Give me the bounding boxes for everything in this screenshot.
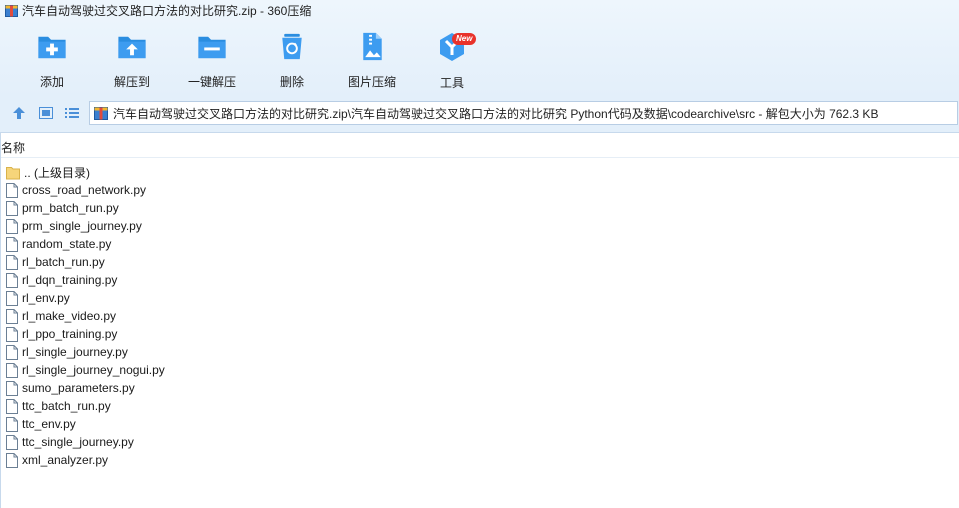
address-path: 汽车自动驾驶过交叉路口方法的对比研究.zip\汽车自动驾驶过交叉路口方法的对比研…: [113, 106, 879, 121]
delete-label: 删除: [279, 75, 304, 89]
file-row[interactable]: random_state.py: [1, 235, 601, 253]
file-name: rl_env.py: [22, 291, 70, 305]
column-name-header[interactable]: 名称: [1, 139, 25, 156]
file-row[interactable]: rl_batch_run.py: [1, 253, 601, 271]
file-name: rl_ppo_training.py: [22, 327, 118, 341]
column-header: 名称: [1, 133, 959, 158]
file-row[interactable]: rl_single_journey.py: [1, 343, 601, 361]
top-chrome: 汽车自动驾驶过交叉路口方法的对比研究.zip - 360压缩 添加 解压到 一键…: [0, 0, 959, 96]
tools-label: 工具: [439, 76, 464, 90]
file-icon: [6, 254, 18, 270]
file-name: rl_dqn_training.py: [22, 273, 118, 287]
file-row[interactable]: xml_analyzer.py: [1, 451, 601, 469]
file-name: xml_analyzer.py: [22, 453, 109, 467]
file-icon: [6, 398, 18, 414]
file-icon: [6, 200, 18, 216]
tools-icon-wrap: New: [435, 30, 477, 64]
parent-directory-row[interactable]: .. (上级目录): [1, 163, 601, 181]
file-row[interactable]: rl_dqn_training.py: [1, 271, 601, 289]
one-click-extract-icon: [198, 36, 226, 59]
archive-app-icon: [5, 4, 18, 17]
extract-to-label: 解压到: [113, 75, 150, 89]
file-name: rl_single_journey_nogui.py: [22, 363, 165, 377]
title-bar: 汽车自动驾驶过交叉路口方法的对比研究.zip - 360压缩: [0, 0, 959, 20]
file-row[interactable]: rl_make_video.py: [1, 307, 601, 325]
file-icon: [6, 380, 18, 396]
recycle-bin-icon: [282, 33, 302, 60]
file-icon: [6, 272, 18, 288]
file-row[interactable]: ttc_single_journey.py: [1, 433, 601, 451]
file-row[interactable]: ttc_env.py: [1, 415, 601, 433]
file-name: ttc_single_journey.py: [22, 435, 134, 449]
extract-to-icon: [118, 36, 146, 59]
folder-icon: [6, 166, 20, 179]
file-row[interactable]: rl_ppo_training.py: [1, 325, 601, 343]
parent-directory-label: .. (上级目录): [24, 165, 90, 180]
new-badge: New: [452, 33, 477, 45]
file-name: random_state.py: [22, 237, 112, 251]
file-icon: [6, 434, 18, 450]
one-click-extract-label: 一键解压: [187, 75, 236, 89]
file-icon: [6, 218, 18, 234]
add-button[interactable]: 添加: [15, 22, 89, 90]
file-icon: [6, 290, 18, 306]
file-row[interactable]: prm_single_journey.py: [1, 217, 601, 235]
file-row[interactable]: cross_road_network.py: [1, 181, 601, 199]
file-name: rl_single_journey.py: [22, 345, 128, 359]
tools-button[interactable]: New 工具: [415, 22, 489, 90]
file-name: sumo_parameters.py: [22, 381, 135, 395]
file-icon: [6, 308, 18, 324]
window-title: 汽车自动驾驶过交叉路口方法的对比研究.zip - 360压缩: [22, 3, 312, 18]
delete-button[interactable]: 删除: [255, 22, 329, 90]
add-label: 添加: [39, 75, 64, 89]
toolbar: 添加 解压到 一键解压 删除 图片压缩 New 工具: [0, 22, 600, 92]
file-name: prm_single_journey.py: [22, 219, 142, 233]
up-arrow-icon[interactable]: [11, 105, 27, 121]
archive-file-icon: [94, 107, 108, 120]
file-name: rl_batch_run.py: [22, 255, 105, 269]
image-compress-icon: [363, 32, 382, 61]
extract-to-button[interactable]: 解压到: [95, 22, 169, 90]
file-icon: [6, 326, 18, 342]
view-thumbnail-icon[interactable]: [38, 105, 54, 121]
file-icon: [6, 182, 18, 198]
file-row[interactable]: rl_single_journey_nogui.py: [1, 361, 601, 379]
one-click-extract-button[interactable]: 一键解压: [175, 22, 249, 90]
address-row: 汽车自动驾驶过交叉路口方法的对比研究.zip\汽车自动驾驶过交叉路口方法的对比研…: [0, 96, 959, 133]
file-row[interactable]: rl_env.py: [1, 289, 601, 307]
file-row[interactable]: sumo_parameters.py: [1, 379, 601, 397]
file-name: ttc_batch_run.py: [22, 399, 111, 413]
file-icon: [6, 344, 18, 360]
view-list-icon[interactable]: [64, 105, 80, 121]
file-name: rl_make_video.py: [22, 309, 117, 323]
file-icon: [6, 362, 18, 378]
file-list-pane: 名称 .. (上级目录) cross_road_network.py prm_ba…: [0, 133, 959, 508]
image-compress-button[interactable]: 图片压缩: [335, 22, 409, 90]
address-bar[interactable]: 汽车自动驾驶过交叉路口方法的对比研究.zip\汽车自动驾驶过交叉路口方法的对比研…: [89, 101, 958, 125]
file-row[interactable]: prm_batch_run.py: [1, 199, 601, 217]
file-icon: [6, 236, 18, 252]
file-icon: [6, 452, 18, 468]
file-list: .. (上级目录) cross_road_network.py prm_batch…: [1, 163, 601, 469]
file-name: prm_batch_run.py: [22, 201, 119, 215]
add-icon: [38, 36, 66, 59]
file-icon: [6, 416, 18, 432]
file-row[interactable]: ttc_batch_run.py: [1, 397, 601, 415]
file-name: cross_road_network.py: [22, 183, 147, 197]
image-compress-label: 图片压缩: [347, 75, 396, 89]
file-name: ttc_env.py: [22, 417, 76, 431]
